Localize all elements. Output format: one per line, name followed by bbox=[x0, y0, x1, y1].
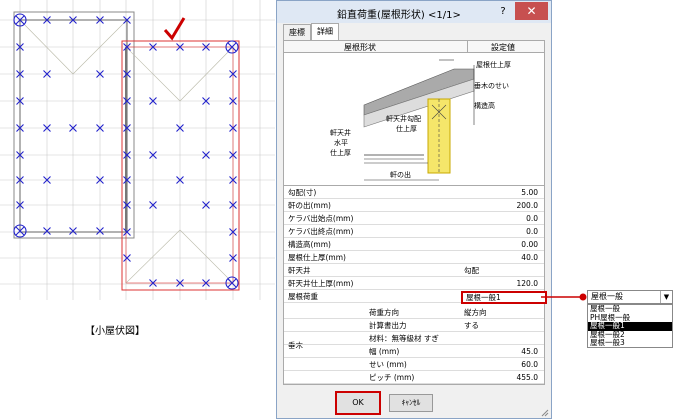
roof-load-dropdown[interactable]: 屋根一般 ▼ bbox=[587, 290, 673, 304]
rafter-value: 455.0 bbox=[516, 373, 538, 382]
roof-load-select[interactable]: 屋根一般1 bbox=[461, 291, 547, 304]
setting-value: 40.0 bbox=[521, 253, 538, 262]
label-eave-projection: 軒の出 bbox=[390, 170, 411, 179]
roof-framing-plan bbox=[0, 0, 275, 300]
rafter-label: 荷重方向 bbox=[369, 308, 399, 317]
setting-label: 軒の出(mm) bbox=[288, 201, 331, 210]
plan-caption: 【小屋伏図】 bbox=[85, 326, 145, 337]
setting-value: 0.0 bbox=[526, 227, 538, 236]
roof-section-diagram: 屋根仕上厚 垂木のせい 構造高 軒天井勾配 仕上厚 軒天井 水平 仕上厚 軒の出 bbox=[330, 59, 511, 181]
rafter-row[interactable]: 材料：無等級材 すぎ bbox=[284, 333, 544, 345]
header-roof-shape: 屋根形状 bbox=[344, 43, 376, 52]
rafter-value: 45.0 bbox=[521, 347, 538, 356]
details-panel: 屋根形状 設定値 屋根仕上厚 垂木のせい 構造高 軒天井勾配 仕上厚 軒天井 水… bbox=[283, 40, 547, 385]
setting-row[interactable]: ケラバ出始点(mm) 0.0 bbox=[284, 213, 544, 225]
rafter-row[interactable]: ピッチ (mm) 455.0 bbox=[284, 372, 544, 384]
setting-row[interactable]: 軒天井仕上厚(mm) 120.0 bbox=[284, 278, 544, 290]
header-setting-value: 設定値 bbox=[491, 43, 515, 52]
rafter-choice: する bbox=[464, 321, 479, 330]
setting-row[interactable]: 勾配(寸) 5.00 bbox=[284, 187, 544, 199]
tab-details[interactable]: 詳細 bbox=[311, 23, 339, 41]
rafter-row[interactable]: 荷重方向 縦方向 bbox=[284, 307, 544, 319]
rafter-label: せい (mm) bbox=[369, 360, 407, 369]
table-header: 屋根形状 設定値 bbox=[284, 41, 544, 53]
label-rafter-height: 垂木のせい bbox=[474, 81, 509, 90]
check-icon bbox=[163, 17, 186, 41]
close-button[interactable]: ✕ bbox=[515, 2, 548, 20]
label-horizontal: 水平 bbox=[334, 138, 348, 147]
rafter-row[interactable]: 幅 (mm) 45.0 bbox=[284, 346, 544, 358]
setting-row[interactable]: 構造高(mm) 0.00 bbox=[284, 239, 544, 251]
cancel-button[interactable]: ｷｬﾝｾﾙ bbox=[389, 394, 433, 412]
setting-row[interactable]: 屋根仕上厚(mm) 40.0 bbox=[284, 252, 544, 264]
header-divider bbox=[467, 41, 468, 53]
setting-label: 軒天井仕上厚(mm) bbox=[288, 279, 354, 288]
title-bar[interactable]: 鉛直荷重(屋根形状) <1/1> ? ✕ bbox=[277, 1, 551, 23]
rafter-row[interactable]: 計算書出力 する bbox=[284, 320, 544, 332]
label-structure-height: 構造高 bbox=[474, 101, 495, 110]
rafter-label: ピッチ (mm) bbox=[369, 373, 415, 382]
label-eave-ceiling-slope: 軒天井勾配 bbox=[386, 114, 421, 123]
setting-value: 200.0 bbox=[516, 201, 538, 210]
vertical-load-dialog: 鉛直荷重(屋根形状) <1/1> ? ✕ 座標 詳細 屋根形状 設定値 屋根仕上… bbox=[276, 0, 552, 419]
separator bbox=[284, 185, 544, 186]
setting-label: 屋根荷重 bbox=[288, 292, 318, 301]
dropdown-list: 屋根一般 PH屋根一般 屋根一般1 屋根一般2 屋根一般3 bbox=[587, 304, 673, 348]
setting-choice: 勾配 bbox=[464, 266, 479, 275]
setting-label: 屋根仕上厚(mm) bbox=[288, 253, 346, 262]
rafter-choice: 縦方向 bbox=[464, 308, 487, 317]
label-roof-thickness: 屋根仕上厚 bbox=[476, 60, 511, 69]
setting-row[interactable]: ケラバ出終点(mm) 0.0 bbox=[284, 226, 544, 238]
setting-value: 5.00 bbox=[521, 188, 538, 197]
label-finish-thickness-2: 仕上厚 bbox=[330, 148, 351, 157]
ok-button[interactable]: OK bbox=[335, 391, 381, 415]
setting-label: 勾配(寸) bbox=[288, 188, 317, 197]
dialog-title: 鉛直荷重(屋根形状) <1/1> bbox=[337, 10, 461, 21]
help-button[interactable]: ? bbox=[493, 3, 513, 20]
setting-label: 軒天井 bbox=[288, 266, 311, 275]
setting-value: 0.00 bbox=[521, 240, 538, 249]
label-eave-ceiling: 軒天井 bbox=[330, 128, 351, 137]
dropdown-value: 屋根一般 bbox=[591, 292, 623, 301]
rafter-label: 計算書出力 bbox=[369, 321, 407, 330]
rafter-label: 幅 (mm) bbox=[369, 347, 400, 356]
label-finish-thickness: 仕上厚 bbox=[396, 124, 417, 133]
chevron-down-icon[interactable]: ▼ bbox=[660, 291, 672, 303]
setting-value: 120.0 bbox=[516, 279, 538, 288]
setting-label: 構造高(mm) bbox=[288, 240, 331, 249]
setting-label: ケラバ出始点(mm) bbox=[288, 214, 354, 223]
tab-coordinates[interactable]: 座標 bbox=[283, 24, 311, 40]
setting-label: ケラバ出終点(mm) bbox=[288, 227, 354, 236]
rafter-label: 材料：無等級材 すぎ bbox=[369, 334, 439, 343]
rafter-row[interactable]: せい (mm) 60.0 bbox=[284, 359, 544, 371]
setting-row[interactable]: 軒の出(mm) 200.0 bbox=[284, 200, 544, 212]
rafter-value: 60.0 bbox=[521, 360, 538, 369]
setting-row[interactable]: 軒天井 勾配 bbox=[284, 265, 544, 277]
setting-value: 0.0 bbox=[526, 214, 538, 223]
dropdown-option[interactable]: 屋根一般3 bbox=[588, 338, 672, 348]
resize-grip-icon[interactable] bbox=[539, 407, 549, 417]
